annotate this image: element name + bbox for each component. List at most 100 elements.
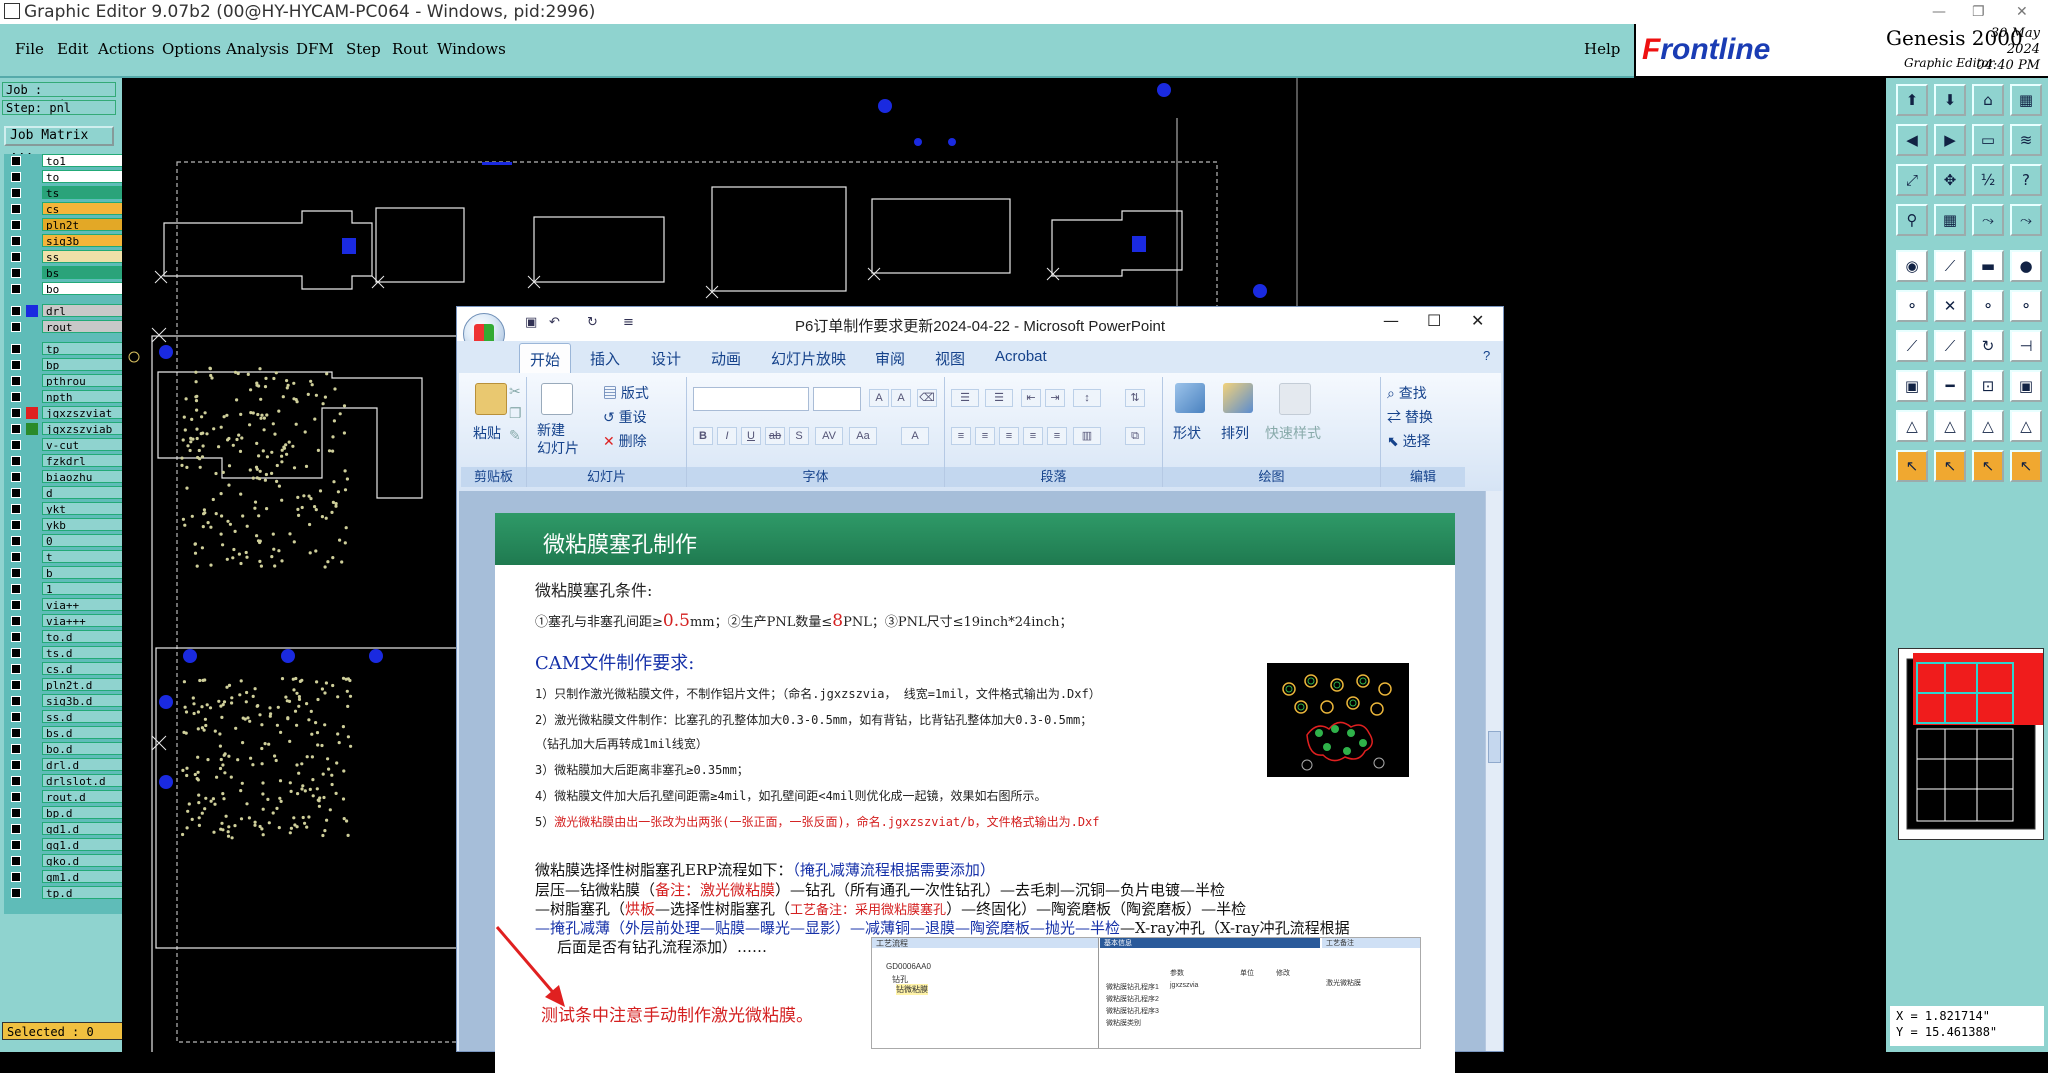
layer-checkbox[interactable] bbox=[11, 744, 21, 754]
layer-name[interactable]: sig3b.d bbox=[42, 694, 126, 707]
layer-row[interactable]: rout.d bbox=[4, 790, 128, 804]
tab-review[interactable]: 审阅 bbox=[875, 348, 905, 369]
drill-icon[interactable]: ⤳ bbox=[2010, 204, 2042, 236]
layer-checkbox[interactable] bbox=[11, 322, 21, 332]
italic-icon[interactable]: I bbox=[717, 427, 737, 445]
layer-name[interactable]: cs.d bbox=[42, 662, 126, 675]
save-icon[interactable]: ⬇ bbox=[1934, 84, 1966, 116]
layer-checkbox[interactable] bbox=[11, 824, 21, 834]
slash-icon[interactable]: ⟋ bbox=[1934, 330, 1966, 362]
layer-name[interactable]: 1 bbox=[42, 582, 126, 595]
align-right-icon[interactable]: ≡ bbox=[999, 427, 1019, 445]
layer-checkbox[interactable] bbox=[11, 220, 21, 230]
layer-name[interactable]: ss.d bbox=[42, 710, 126, 723]
layer-row[interactable]: bp.d bbox=[4, 806, 128, 820]
layer-checkbox[interactable] bbox=[11, 664, 21, 674]
layer-name[interactable]: bp bbox=[42, 358, 126, 371]
layer-name[interactable]: pln2t bbox=[42, 218, 126, 231]
layers-icon[interactable]: ≋ bbox=[2010, 124, 2042, 156]
reset-button[interactable]: ↺ 重设 bbox=[603, 407, 647, 427]
layer-checkbox[interactable] bbox=[11, 856, 21, 866]
layer-checkbox[interactable] bbox=[11, 156, 21, 166]
layer-row[interactable]: gd1.d bbox=[4, 822, 128, 836]
layer-row[interactable]: v-cut bbox=[4, 438, 128, 452]
font-name-input[interactable] bbox=[693, 387, 809, 411]
layer-row[interactable]: bo bbox=[4, 282, 128, 296]
layer-name[interactable]: sig3b bbox=[42, 234, 126, 247]
layer-name[interactable]: 0 bbox=[42, 534, 126, 547]
layer-name[interactable]: gm1.d bbox=[42, 870, 126, 883]
tab-insert[interactable]: 插入 bbox=[590, 348, 620, 369]
layer-checkbox[interactable] bbox=[11, 536, 21, 546]
layer-name[interactable]: jgxzszviab bbox=[42, 422, 126, 435]
layer-row[interactable]: tp bbox=[4, 342, 128, 356]
spacing-icon[interactable]: AV bbox=[815, 427, 843, 445]
circle-icon[interactable]: ◉ bbox=[1896, 250, 1928, 282]
step-minimap[interactable] bbox=[1898, 648, 2044, 840]
layer-name[interactable]: to.d bbox=[42, 630, 126, 643]
layer-name[interactable]: drl.d bbox=[42, 758, 126, 771]
layer-name[interactable]: v-cut bbox=[42, 438, 126, 451]
pointer2-icon[interactable]: ↖ bbox=[1934, 450, 1966, 482]
columns-icon[interactable]: ▥ bbox=[1073, 427, 1101, 445]
pointer3-icon[interactable]: ↖ bbox=[1972, 450, 2004, 482]
layer-name[interactable]: gd1.d bbox=[42, 822, 126, 835]
box-icon[interactable]: ⊡ bbox=[1972, 370, 2004, 402]
select-button[interactable]: ⬉ 选择 bbox=[1387, 431, 1431, 451]
layer-row[interactable]: biaozhu bbox=[4, 470, 128, 484]
layer-name[interactable]: cs bbox=[42, 202, 126, 215]
menu-dfm[interactable]: DFM bbox=[296, 40, 334, 58]
layer-row[interactable]: jgxzszviab bbox=[4, 422, 128, 436]
quick-style-button[interactable]: 快速样式 bbox=[1265, 423, 1321, 443]
ppt-close-icon[interactable]: ✕ bbox=[1471, 311, 1484, 330]
layer-checkbox[interactable] bbox=[11, 568, 21, 578]
tri-icon[interactable]: △ bbox=[1896, 410, 1928, 442]
help-icon[interactable]: ? bbox=[2010, 164, 2042, 196]
copy-icon[interactable]: ❐ bbox=[509, 405, 522, 422]
layer-row[interactable]: to1 bbox=[4, 154, 128, 168]
layer-row[interactable]: cs bbox=[4, 202, 128, 216]
pad-row-icon[interactable]: ▬ bbox=[1972, 250, 2004, 282]
open-icon[interactable]: ⬆ bbox=[1896, 84, 1928, 116]
bullets-icon[interactable]: ☰ bbox=[951, 389, 979, 407]
layer-name[interactable]: drl bbox=[42, 304, 126, 317]
layer-row[interactable]: ss.d bbox=[4, 710, 128, 724]
layer-name[interactable]: ss bbox=[42, 250, 126, 263]
layer-name[interactable]: biaozhu bbox=[42, 470, 126, 483]
layer-checkbox[interactable] bbox=[11, 616, 21, 626]
rout-icon[interactable]: ⤳ bbox=[1972, 204, 2004, 236]
arc-icon[interactable]: ⟋ bbox=[1896, 330, 1928, 362]
layer-row[interactable]: ss bbox=[4, 250, 128, 264]
layer-row[interactable]: cs.d bbox=[4, 662, 128, 676]
numbering-icon[interactable]: ☰ bbox=[985, 389, 1013, 407]
layer-checkbox[interactable] bbox=[11, 888, 21, 898]
window-icon[interactable]: ▭ bbox=[1972, 124, 2004, 156]
menu-file[interactable]: File bbox=[15, 40, 44, 58]
layer-name[interactable]: ts.d bbox=[42, 646, 126, 659]
back-icon[interactable]: ◀ bbox=[1896, 124, 1928, 156]
menu-windows[interactable]: Windows bbox=[437, 40, 506, 58]
layer-name[interactable]: fzkdrl bbox=[42, 454, 126, 467]
layer-row[interactable]: to bbox=[4, 170, 128, 184]
layer-checkbox[interactable] bbox=[11, 840, 21, 850]
layer-row[interactable]: gg1.d bbox=[4, 838, 128, 852]
split-icon[interactable]: ⊣ bbox=[2010, 330, 2042, 362]
layer-name[interactable]: gg1.d bbox=[42, 838, 126, 851]
shapes-button[interactable]: 形状 bbox=[1173, 423, 1201, 443]
layer-row[interactable]: bp bbox=[4, 358, 128, 372]
snap-grid-icon[interactable]: ▦ bbox=[1934, 204, 1966, 236]
layer-checkbox[interactable] bbox=[11, 408, 21, 418]
layer-checkbox[interactable] bbox=[11, 552, 21, 562]
tab-slideshow[interactable]: 幻灯片放映 bbox=[771, 348, 846, 369]
restore-icon[interactable]: ❐ bbox=[1972, 0, 1985, 24]
layer-checkbox[interactable] bbox=[11, 584, 21, 594]
layer-name[interactable]: t bbox=[42, 550, 126, 563]
dual-icon[interactable]: ▣ bbox=[2010, 370, 2042, 402]
layer-row[interactable]: jgxzszviat bbox=[4, 406, 128, 420]
layer-name[interactable]: rout bbox=[42, 320, 126, 333]
new-slide-button[interactable]: 新建 幻灯片 bbox=[537, 421, 579, 457]
layer-checkbox[interactable] bbox=[11, 440, 21, 450]
line-spacing-icon[interactable]: ↕ bbox=[1073, 389, 1101, 407]
layer-checkbox[interactable] bbox=[11, 344, 21, 354]
layer-row[interactable]: via++ bbox=[4, 598, 128, 612]
